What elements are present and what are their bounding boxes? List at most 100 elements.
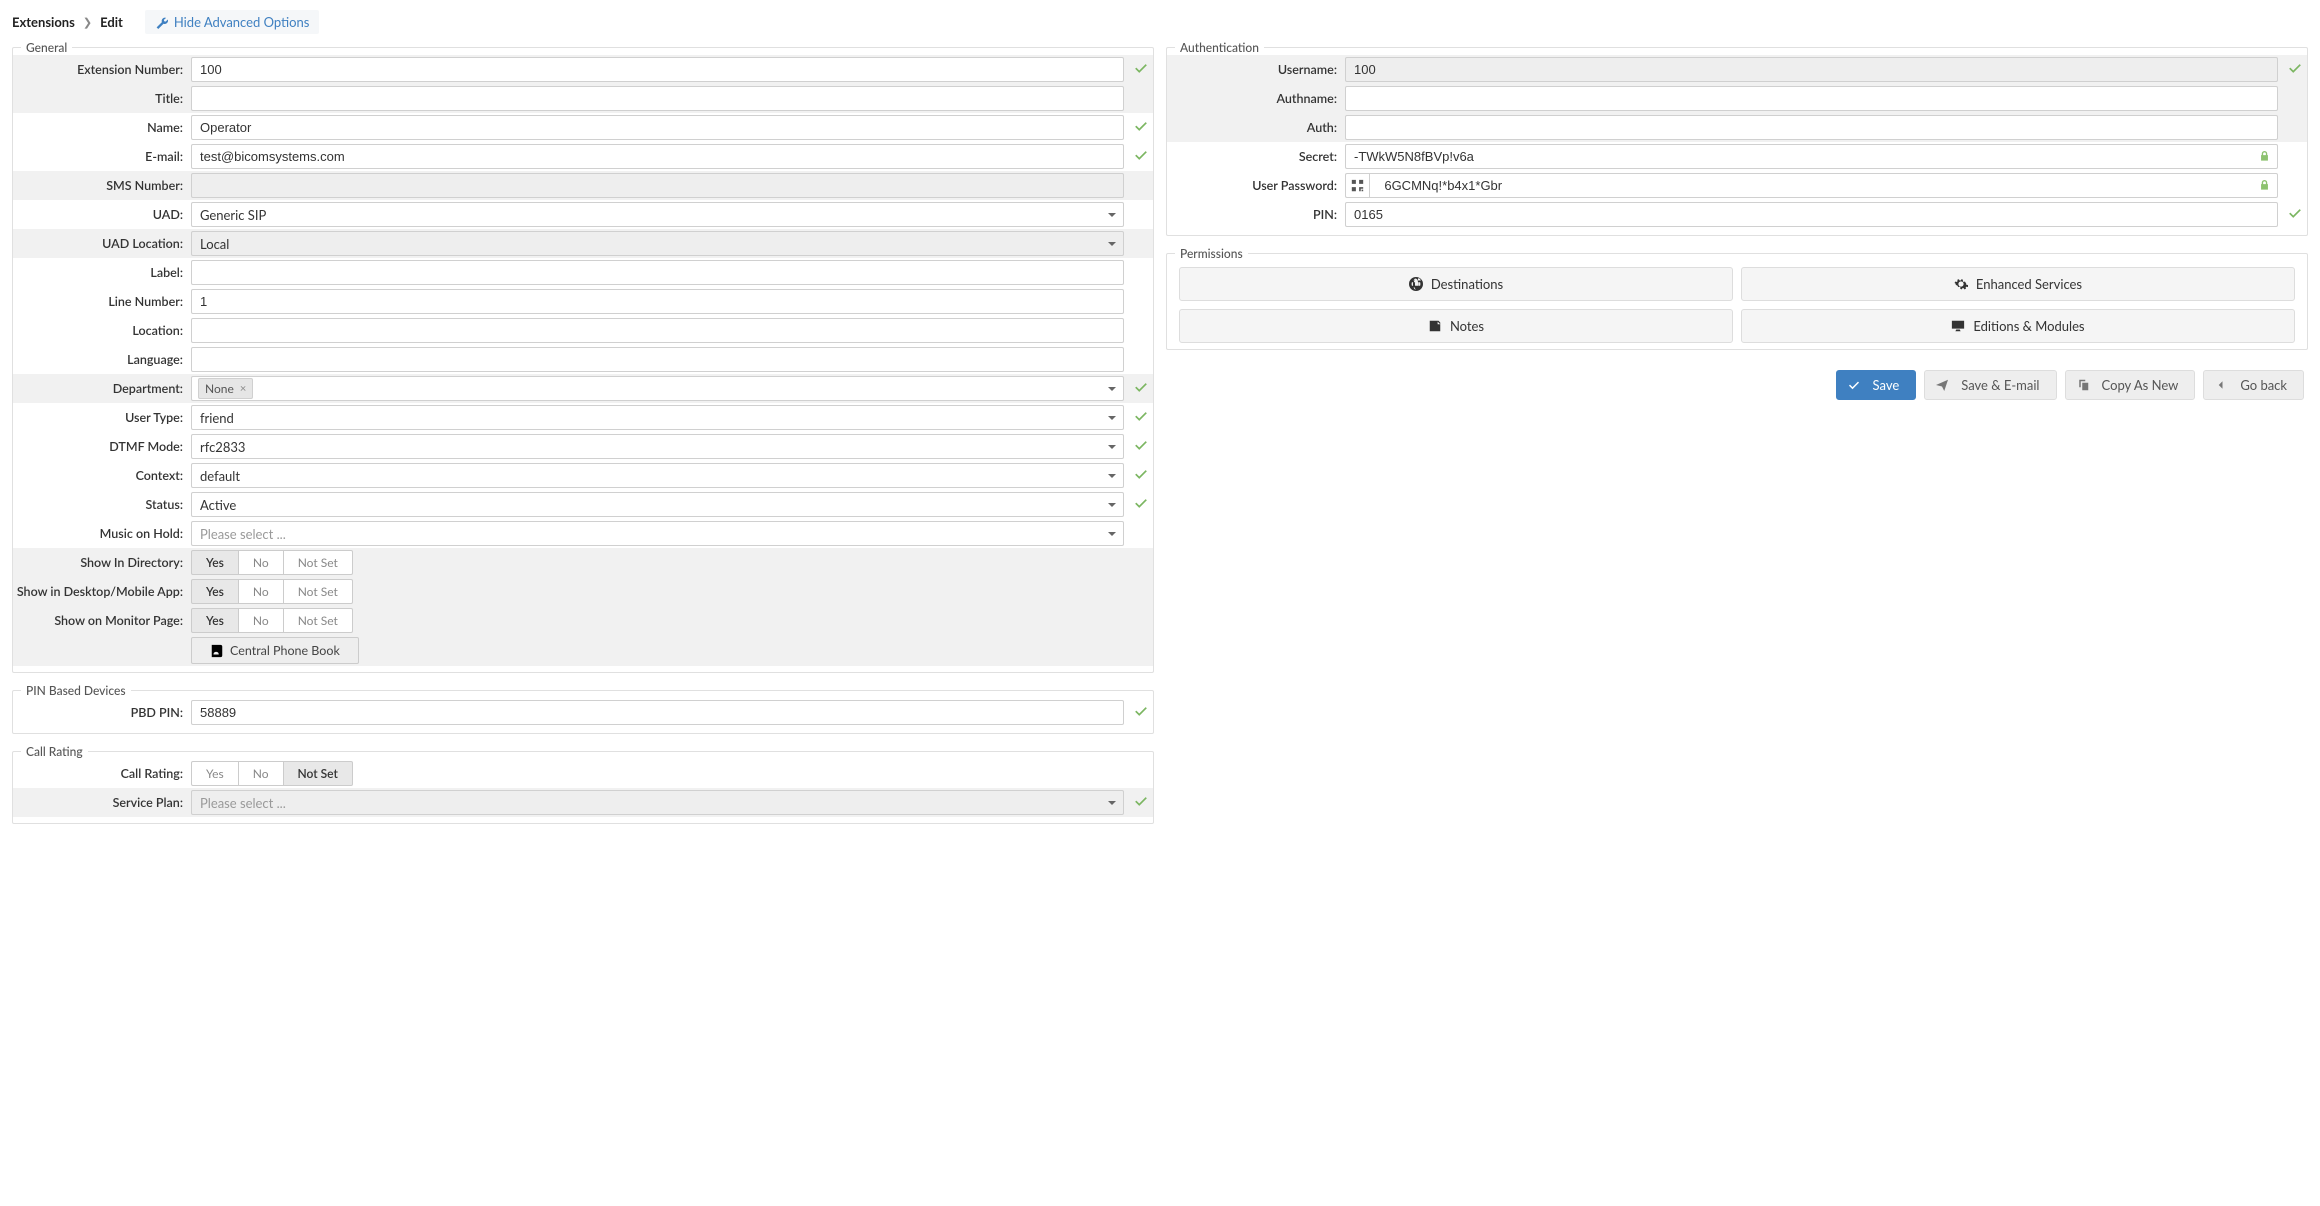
dtmf-valid-icon (1128, 438, 1153, 455)
email-valid-icon (1128, 148, 1153, 165)
plan-select[interactable]: Please select ... (191, 790, 1124, 815)
title-input[interactable] (191, 86, 1124, 111)
usertype-valid-icon (1128, 409, 1153, 426)
pbd-valid-icon (1128, 704, 1153, 721)
callrating-no[interactable]: No (239, 761, 284, 786)
uadloc-label: UAD Location: (13, 236, 191, 251)
send-icon (1936, 379, 1948, 391)
showmon-yes[interactable]: Yes (191, 608, 239, 633)
showdir-yes[interactable]: Yes (191, 550, 239, 575)
secret-input[interactable] (1345, 144, 2278, 169)
enhanced-services-button[interactable]: Enhanced Services (1741, 267, 2295, 301)
editions-modules-button[interactable]: Editions & Modules (1741, 309, 2295, 343)
auth-field-label: Auth: (1167, 120, 1345, 135)
usertype-select[interactable]: friend (191, 405, 1124, 430)
sms-input (191, 173, 1124, 198)
wrench-icon (155, 16, 168, 29)
central-phonebook-button[interactable]: Central Phone Book (191, 637, 359, 664)
copy-as-new-button[interactable]: Copy As New (2065, 370, 2196, 400)
labelfield-input[interactable] (191, 260, 1124, 285)
auth-section: Authentication Username: Authname: Auth:… (1166, 40, 2308, 236)
password-input[interactable] (1369, 173, 2278, 198)
username-input (1345, 57, 2278, 82)
uad-label: UAD: (13, 207, 191, 222)
status-select[interactable]: Active (191, 492, 1124, 517)
callrating-yes[interactable]: Yes (191, 761, 239, 786)
chevron-down-icon (1108, 801, 1116, 805)
uad-select[interactable]: Generic SIP (191, 202, 1124, 227)
name-label: Name: (13, 120, 191, 135)
context-valid-icon (1128, 467, 1153, 484)
showapp-no[interactable]: No (239, 579, 284, 604)
lock-icon (2259, 149, 2270, 165)
pin-field-input[interactable] (1345, 202, 2278, 227)
name-valid-icon (1128, 119, 1153, 136)
pbd-label: PBD PIN: (13, 705, 191, 720)
plan-valid-icon (1128, 794, 1153, 811)
globe-icon (1409, 277, 1423, 291)
line-input[interactable] (191, 289, 1124, 314)
save-button[interactable]: Save (1836, 370, 1917, 400)
qr-icon[interactable] (1345, 173, 1369, 198)
ext-number-input[interactable] (191, 57, 1124, 82)
username-label: Username: (1167, 62, 1345, 77)
authname-label: Authname: (1167, 91, 1345, 106)
breadcrumb: Extensions ❯ Edit Hide Advanced Options (12, 10, 2308, 34)
showdir-toggle[interactable]: Yes No Not Set (191, 550, 353, 575)
auth-field-input[interactable] (1345, 115, 2278, 140)
dtmf-select[interactable]: rfc2833 (191, 434, 1124, 459)
check-icon (1848, 379, 1860, 391)
callrating-notset[interactable]: Not Set (284, 761, 353, 786)
dept-label: Department: (13, 381, 191, 396)
chevron-down-icon (1108, 532, 1116, 536)
status-label: Status: (13, 497, 191, 512)
save-email-button[interactable]: Save & E-mail (1924, 370, 2056, 400)
chevron-down-icon (1108, 242, 1116, 246)
display-icon (1951, 319, 1965, 333)
moh-select[interactable]: Please select ... (191, 521, 1124, 546)
pin-valid-icon (2282, 206, 2307, 223)
go-back-button[interactable]: Go back (2203, 370, 2304, 400)
lock-icon (2259, 178, 2270, 194)
callrating-toggle[interactable]: Yes No Not Set (191, 761, 353, 786)
back-icon (2215, 379, 2227, 391)
dept-select[interactable]: None× (191, 376, 1124, 401)
general-legend: General (21, 40, 72, 55)
hide-advanced-toggle[interactable]: Hide Advanced Options (145, 10, 320, 34)
close-icon[interactable]: × (240, 382, 246, 395)
showapp-yes[interactable]: Yes (191, 579, 239, 604)
showdir-no[interactable]: No (239, 550, 284, 575)
language-label: Language: (13, 352, 191, 367)
pin-field-label: PIN: (1167, 207, 1345, 222)
labelfield-label: Label: (13, 265, 191, 280)
showmon-notset[interactable]: Not Set (284, 608, 353, 633)
dept-tag[interactable]: None× (198, 378, 253, 399)
location-label: Location: (13, 323, 191, 338)
email-input[interactable] (191, 144, 1124, 169)
chevron-down-icon (1108, 213, 1116, 217)
showdir-notset[interactable]: Not Set (284, 550, 353, 575)
status-valid-icon (1128, 496, 1153, 513)
chevron-down-icon (1108, 445, 1116, 449)
name-input[interactable] (191, 115, 1124, 140)
showapp-toggle[interactable]: Yes No Not Set (191, 579, 353, 604)
showmon-toggle[interactable]: Yes No Not Set (191, 608, 353, 633)
pin-legend: PIN Based Devices (21, 683, 131, 698)
copy-icon (2077, 379, 2089, 391)
location-input[interactable] (191, 318, 1124, 343)
language-input[interactable] (191, 347, 1124, 372)
chevron-down-icon (1108, 503, 1116, 507)
chevron-down-icon (1108, 474, 1116, 478)
showmon-no[interactable]: No (239, 608, 284, 633)
plan-label: Service Plan: (13, 795, 191, 810)
ext-number-valid-icon (1128, 61, 1153, 78)
showapp-notset[interactable]: Not Set (284, 579, 353, 604)
title-label: Title: (13, 91, 191, 106)
pbd-input[interactable] (191, 700, 1124, 725)
context-select[interactable]: default (191, 463, 1124, 488)
destinations-button[interactable]: Destinations (1179, 267, 1733, 301)
notes-button[interactable]: Notes (1179, 309, 1733, 343)
uadloc-select[interactable]: Local (191, 231, 1124, 256)
crumb-root[interactable]: Extensions (12, 14, 75, 30)
authname-input[interactable] (1345, 86, 2278, 111)
